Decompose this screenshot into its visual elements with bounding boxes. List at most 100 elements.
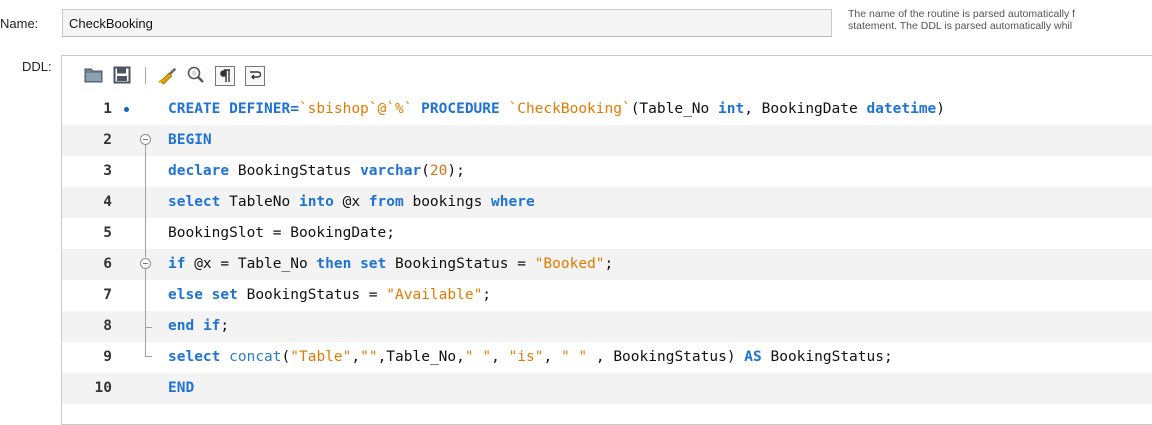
code-token: select <box>168 349 221 365</box>
code-token: bookings <box>403 194 492 210</box>
code-token: TableNo <box>220 194 299 210</box>
wrap-icon[interactable] <box>245 66 265 86</box>
breakpoint-marker-icon[interactable] <box>124 107 129 112</box>
name-label: Name: <box>0 16 39 31</box>
fold-guide-end <box>145 356 152 357</box>
code-token: ) <box>936 101 946 117</box>
code-line[interactable]: 2 BEGIN <box>62 125 1152 156</box>
toolbar-separator <box>145 67 146 84</box>
line-number: 4 <box>103 194 112 210</box>
fold-guide-end <box>145 327 152 328</box>
code-token: then <box>316 256 352 272</box>
code-token: BookingStatus <box>229 163 361 179</box>
code-token: END <box>168 380 195 396</box>
code-line[interactable]: 10 END <box>62 373 1152 404</box>
code-token: , BookingStatus) <box>587 349 745 365</box>
editor-toolbar <box>62 56 1152 94</box>
line-number: 10 <box>94 380 112 396</box>
code-token: from <box>368 194 404 210</box>
code-token: BookingStatus = <box>237 287 387 303</box>
find-icon[interactable] <box>186 65 206 85</box>
code-token: end <box>168 318 195 334</box>
code-token: PROCEDURE <box>412 101 509 117</box>
open-folder-icon[interactable] <box>84 65 104 85</box>
code-token: "" <box>360 349 378 365</box>
beautify-icon[interactable] <box>158 65 178 85</box>
line-number: 6 <box>103 256 112 272</box>
code-line[interactable]: 8 end if; <box>62 311 1152 342</box>
code-token: set <box>360 256 387 272</box>
code-text: END <box>168 380 194 396</box>
code-token: declare <box>168 163 230 179</box>
code-token: "Available" <box>386 287 483 303</box>
name-hint: The name of the routine is parsed automa… <box>848 8 1152 32</box>
code-token: ( <box>421 163 430 179</box>
code-text: select TableNo into @x from bookings whe… <box>168 194 535 210</box>
line-number: 9 <box>103 349 112 365</box>
code-text: CREATE DEFINER=`sbishop`@`%` PROCEDURE `… <box>168 101 945 117</box>
ddl-label: DDL: <box>22 59 52 74</box>
fold-toggle-icon[interactable] <box>140 134 151 145</box>
code-token: if <box>202 318 221 334</box>
code-token: AS <box>744 349 762 365</box>
code-token: " " <box>560 349 588 365</box>
code-token: 20 <box>429 163 448 179</box>
save-icon[interactable] <box>112 65 132 85</box>
paragraph-icon[interactable] <box>215 66 235 86</box>
code-token: else <box>168 287 203 303</box>
routine-name-input[interactable]: CheckBooking <box>62 9 832 37</box>
line-number: 2 <box>103 132 112 148</box>
code-token: ( <box>281 349 291 365</box>
ddl-editor[interactable]: 1 CREATE DEFINER=`sbishop`@`%` PROCEDURE … <box>61 55 1152 425</box>
code-area[interactable]: 1 CREATE DEFINER=`sbishop`@`%` PROCEDURE … <box>62 94 1152 424</box>
code-token: "Table" <box>290 349 352 365</box>
code-token: ,Table_No, <box>377 349 465 365</box>
code-token: set <box>211 287 238 303</box>
line-number: 3 <box>103 163 112 179</box>
code-token: into <box>298 194 334 210</box>
code-token: BEGIN <box>168 132 212 148</box>
code-text: declare BookingStatus varchar(20); <box>168 163 465 179</box>
line-number: 7 <box>103 287 112 303</box>
fold-guide-line <box>145 145 146 257</box>
code-token: , BookingDate <box>744 101 867 117</box>
code-line[interactable]: 3 declare BookingStatus varchar(20); <box>62 156 1152 187</box>
code-token: @x <box>333 194 369 210</box>
code-text: if @x = Table_No then set BookingStatus … <box>168 256 613 272</box>
code-token: "Booked" <box>534 256 605 272</box>
code-token: ; <box>482 287 492 303</box>
code-token: concat <box>229 349 282 365</box>
code-text: BEGIN <box>168 132 212 148</box>
code-token: (Table_No <box>630 101 719 117</box>
name-hint-line-2: statement. The DDL is parsed automatical… <box>848 20 1073 32</box>
code-token: int <box>718 101 745 117</box>
code-token: , <box>351 349 361 365</box>
code-text: BookingSlot = BookingDate; <box>168 225 395 241</box>
code-token: `sbishop`@`%` <box>298 101 413 117</box>
code-token: `CheckBooking` <box>508 101 631 117</box>
code-token: select <box>168 194 221 210</box>
code-line[interactable]: 7 else set BookingStatus = "Available"; <box>62 280 1152 311</box>
code-token: ; <box>220 318 230 334</box>
code-line[interactable]: 1 CREATE DEFINER=`sbishop`@`%` PROCEDURE … <box>62 94 1152 125</box>
code-line[interactable]: 6 if @x = Table_No then set BookingStatus… <box>62 249 1152 280</box>
fold-toggle-icon[interactable] <box>140 258 151 269</box>
code-text: else set BookingStatus = "Available"; <box>168 287 491 303</box>
code-token: datetime <box>866 101 937 117</box>
code-line[interactable]: 4 select TableNo into @x from bookings wh… <box>62 187 1152 218</box>
code-token: varchar <box>360 163 422 179</box>
code-token: BookingStatus = <box>386 256 535 272</box>
code-token: BookingSlot = BookingDate; <box>168 225 395 241</box>
code-token: BookingStatus; <box>761 349 893 365</box>
code-token: " " <box>464 349 492 365</box>
line-number: 1 <box>103 101 112 117</box>
line-number: 8 <box>103 318 112 334</box>
code-line[interactable]: 9 select concat("Table","",Table_No," ", … <box>62 342 1152 373</box>
code-token: "is" <box>508 349 544 365</box>
code-line[interactable]: 5 BookingSlot = BookingDate; <box>62 218 1152 249</box>
code-token: where <box>491 194 535 210</box>
code-token: , <box>491 349 509 365</box>
